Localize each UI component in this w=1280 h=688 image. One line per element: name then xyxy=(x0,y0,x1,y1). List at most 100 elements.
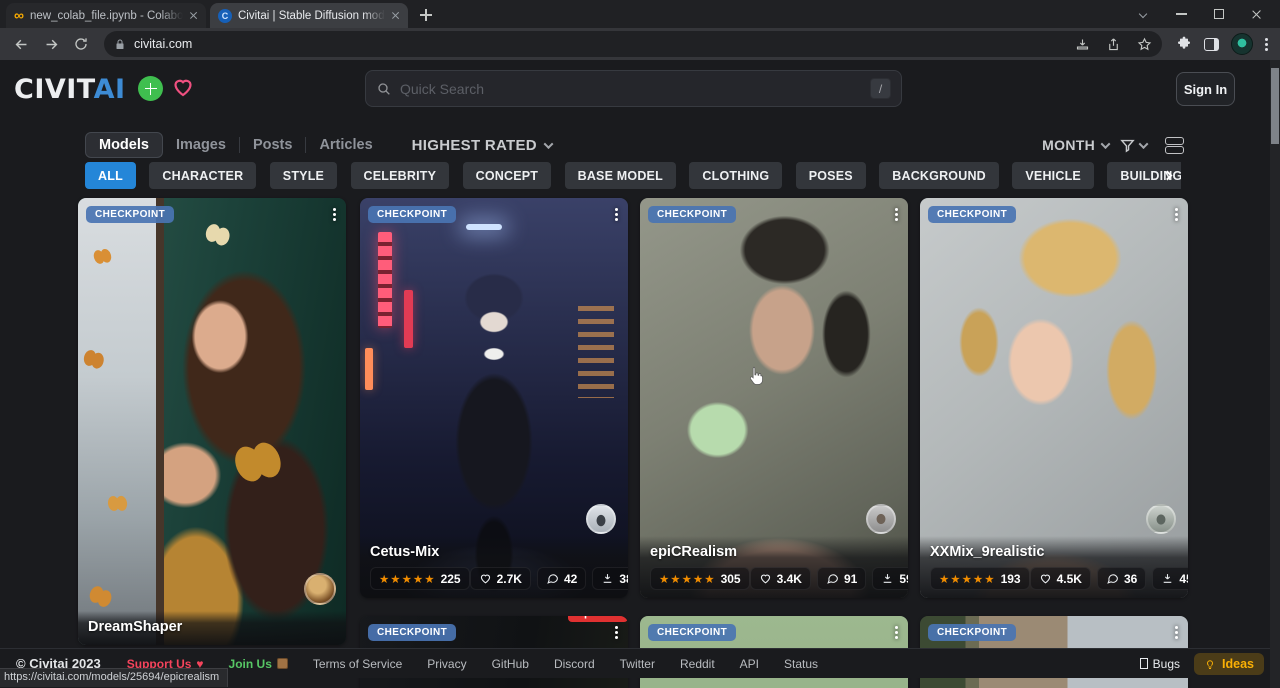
tab-civitai[interactable]: Civitai | Stable Diffusion models, xyxy=(210,3,408,28)
downloads-pill[interactable]: 59K xyxy=(872,567,908,590)
extensions-puzzle-icon[interactable] xyxy=(1176,36,1192,52)
category-celebrity[interactable]: CELEBRITY xyxy=(351,162,450,189)
comments-pill[interactable]: 42 xyxy=(537,567,586,590)
back-button[interactable] xyxy=(8,31,34,57)
checkpoint-badge: CHECKPOINT xyxy=(368,206,456,223)
creator-avatar[interactable] xyxy=(304,573,336,605)
category-clothing[interactable]: CLOTHING xyxy=(689,162,782,189)
category-poses[interactable]: POSES xyxy=(796,162,866,189)
tab-search-button[interactable] xyxy=(1126,0,1160,28)
layout-toggle-icon[interactable] xyxy=(1165,137,1184,154)
civitai-logo[interactable]: CIVITAI xyxy=(14,74,126,105)
downloads-pill[interactable]: 38K xyxy=(592,567,628,590)
scrollbar-thumb[interactable] xyxy=(1271,68,1279,144)
checkpoint-badge: CHECKPOINT xyxy=(86,206,174,223)
model-card-xxmix9realistic[interactable]: CHECKPOINT XXMix_9realistic ★★★★★ 193 4.… xyxy=(920,198,1188,598)
card-menu-icon[interactable] xyxy=(615,208,618,211)
browser-menu-icon[interactable] xyxy=(1265,38,1268,41)
likes-pill[interactable]: 4.5K xyxy=(1030,567,1091,590)
category-style[interactable]: STYLE xyxy=(270,162,337,189)
ideas-button[interactable]: Ideas xyxy=(1194,653,1264,675)
screen: new_colab_file.ipynb - Colaborat Civitai… xyxy=(0,0,1280,688)
comments-pill[interactable]: 91 xyxy=(817,567,866,590)
model-card-cetus-mix[interactable]: CHECKPOINT Cetus-Mix ★★★★★ 225 2.7K xyxy=(360,198,628,598)
forward-button[interactable] xyxy=(38,31,64,57)
share-icon[interactable] xyxy=(1106,37,1121,52)
category-all[interactable]: ALL xyxy=(85,162,136,189)
upload-button[interactable] xyxy=(138,76,163,101)
bugs-button[interactable]: Bugs xyxy=(1140,657,1180,671)
address-bar[interactable]: civitai.com xyxy=(104,31,1162,57)
categories-scroll-right-button[interactable] xyxy=(1157,165,1177,185)
model-card-epicrealism[interactable]: CHECKPOINT epiCRealism ★★★★★ 305 3.4K xyxy=(640,198,908,598)
period-dropdown[interactable]: MONTH xyxy=(1042,137,1109,153)
neon-sign-shape xyxy=(404,290,413,348)
footer-link-discord[interactable]: Discord xyxy=(554,657,595,671)
tab-close-icon[interactable] xyxy=(391,11,400,20)
card-menu-icon[interactable] xyxy=(1175,626,1178,629)
reload-button[interactable] xyxy=(68,31,94,57)
card-menu-icon[interactable] xyxy=(333,208,336,211)
send-to-device-icon[interactable] xyxy=(1075,37,1090,52)
rating-pill[interactable]: ★★★★★ 193 xyxy=(930,567,1030,590)
bug-glyph-icon xyxy=(1140,658,1148,669)
footer-link-join-us[interactable]: Join Us xyxy=(229,657,288,671)
window-close-button[interactable] xyxy=(1240,0,1274,28)
checkpoint-badge: CHECKPOINT xyxy=(648,624,736,641)
sign-in-button[interactable]: Sign In xyxy=(1176,72,1235,106)
category-base-model[interactable]: BASE MODEL xyxy=(565,162,676,189)
window-minimize-button[interactable] xyxy=(1164,0,1198,28)
likes-pill[interactable]: 3.4K xyxy=(750,567,811,590)
model-card-dreamshaper[interactable]: CHECKPOINT DreamShaper xyxy=(78,198,346,645)
tab-models[interactable]: Models xyxy=(85,132,163,158)
sort-dropdown[interactable]: HIGHEST RATED xyxy=(412,137,552,154)
tab-close-icon[interactable] xyxy=(189,11,198,20)
window-restore-button[interactable] xyxy=(1202,0,1236,28)
tab-posts[interactable]: Posts xyxy=(240,133,306,157)
model-name[interactable]: Cetus-Mix xyxy=(370,544,618,560)
footer-link-api[interactable]: API xyxy=(740,657,759,671)
footer-link-privacy[interactable]: Privacy xyxy=(427,657,466,671)
support-heart-icon[interactable] xyxy=(170,75,196,104)
card-menu-icon[interactable] xyxy=(615,626,618,629)
model-name[interactable]: epiCRealism xyxy=(650,544,898,560)
tab-images[interactable]: Images xyxy=(163,133,239,157)
quick-search[interactable]: / xyxy=(365,70,902,107)
category-vehicle[interactable]: VEHICLE xyxy=(1012,162,1094,189)
creator-avatar[interactable] xyxy=(586,504,616,534)
search-input[interactable] xyxy=(400,81,862,97)
comments-count: 91 xyxy=(844,572,857,586)
chevron-down-icon xyxy=(543,139,553,149)
footer-link-reddit[interactable]: Reddit xyxy=(680,657,715,671)
model-name[interactable]: XXMix_9realistic xyxy=(930,544,1178,560)
tab-articles[interactable]: Articles xyxy=(306,133,385,157)
model-name[interactable]: DreamShaper xyxy=(88,619,336,635)
rating-pill[interactable]: ★★★★★ 225 xyxy=(370,567,470,590)
creator-avatar[interactable] xyxy=(866,504,896,534)
footer-link-twitter[interactable]: Twitter xyxy=(620,657,655,671)
bookmark-star-icon[interactable] xyxy=(1137,37,1152,52)
downloads-pill[interactable]: 45K xyxy=(1152,567,1188,590)
card-menu-icon[interactable] xyxy=(895,208,898,211)
url-text[interactable]: civitai.com xyxy=(134,37,1067,51)
close-icon xyxy=(1252,9,1263,20)
filter-dropdown[interactable] xyxy=(1119,137,1147,154)
browser-profile-avatar[interactable] xyxy=(1231,33,1253,55)
likes-pill[interactable]: 2.7K xyxy=(470,567,531,590)
category-background[interactable]: BACKGROUND xyxy=(879,162,999,189)
footer-link-status[interactable]: Status xyxy=(784,657,818,671)
category-character[interactable]: CHARACTER xyxy=(149,162,256,189)
card-menu-icon[interactable] xyxy=(895,626,898,629)
side-panel-icon[interactable] xyxy=(1204,38,1219,51)
rating-pill[interactable]: ★★★★★ 305 xyxy=(650,567,750,590)
creator-avatar[interactable] xyxy=(1146,504,1176,534)
footer-link-terms[interactable]: Terms of Service xyxy=(313,657,402,671)
card-menu-icon[interactable] xyxy=(1175,208,1178,211)
comments-pill[interactable]: 36 xyxy=(1097,567,1146,590)
tab-colab[interactable]: new_colab_file.ipynb - Colaborat xyxy=(6,3,206,28)
category-chip-bar: ALL CHARACTER STYLE CELEBRITY CONCEPT BA… xyxy=(85,162,1181,189)
new-tab-button[interactable] xyxy=(420,8,432,26)
category-concept[interactable]: CONCEPT xyxy=(463,162,552,189)
page-scrollbar[interactable] xyxy=(1270,60,1280,688)
footer-link-github[interactable]: GitHub xyxy=(492,657,529,671)
